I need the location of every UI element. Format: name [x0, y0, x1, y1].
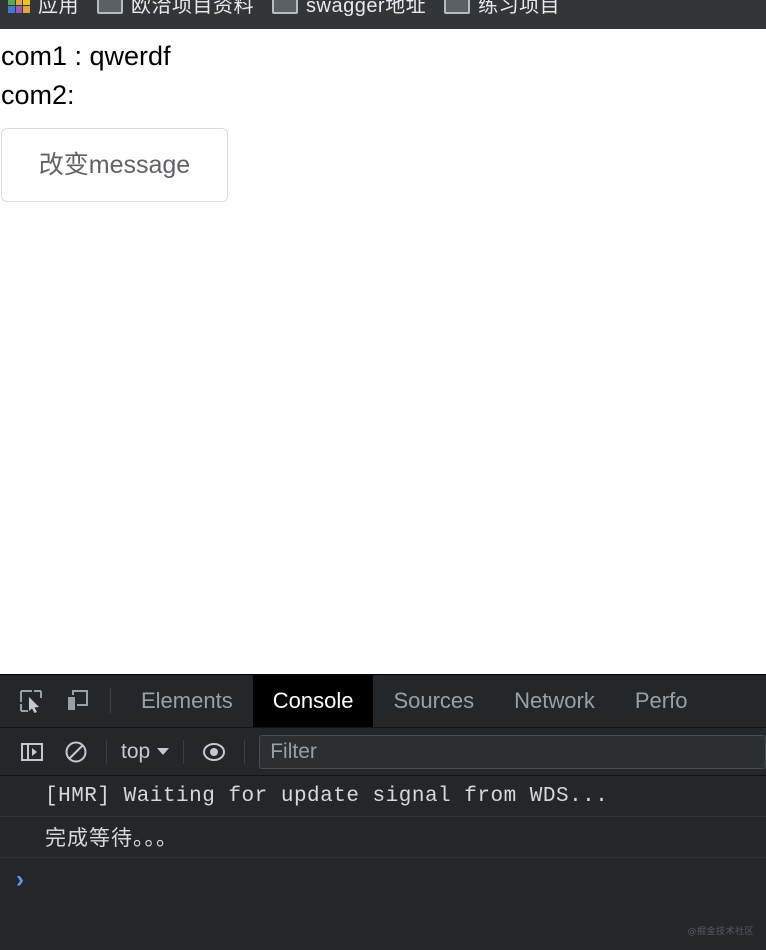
prompt-chevron-icon: › [16, 866, 24, 893]
console-message: 完成等待。。。 [0, 817, 766, 858]
apps-grid-icon [8, 0, 30, 13]
change-message-button[interactable]: 改变message [1, 128, 228, 203]
page-icon [272, 0, 298, 14]
bookmark-practice-project[interactable]: 练习项目 [436, 0, 570, 29]
com1-text: com1 : qwerdf [1, 41, 171, 71]
bookmark-label: 应用 [38, 0, 79, 17]
web-page-viewport: com1 : qwerdf com2: 改变message [0, 29, 766, 674]
bookmark-ouqia-project-docs[interactable]: 欧洽项目资料 [89, 0, 264, 29]
browser-bookmark-bar: 应用 欧洽项目资料 swagger地址 练习项目 [0, 0, 766, 29]
devtools-tabbar: Elements Console Sources Network Perfo [0, 675, 766, 728]
live-expression-eye-icon[interactable] [192, 730, 236, 774]
bookmark-label: swagger地址 [306, 0, 427, 17]
tab-sources[interactable]: Sources [373, 675, 494, 727]
console-toolbar: top [0, 728, 766, 776]
com2-text: com2: [1, 80, 75, 111]
toolbar-divider [110, 688, 111, 714]
page-icon [97, 0, 123, 14]
execution-context-label: top [121, 739, 151, 763]
watermark: @掘金技术社区 [687, 927, 754, 937]
toolbar-divider [244, 739, 246, 764]
bookmark-label: 练习项目 [478, 0, 561, 17]
console-output: [HMR] Waiting for update signal from WDS… [0, 776, 766, 950]
page-icon [444, 0, 471, 14]
execution-context-selector[interactable]: top [115, 740, 175, 764]
filter-input[interactable] [259, 734, 766, 769]
console-sidebar-icon[interactable] [10, 730, 54, 774]
console-prompt-input[interactable] [34, 868, 766, 892]
tab-elements[interactable]: Elements [121, 675, 253, 727]
bookmark-swagger-address[interactable]: swagger地址 [264, 0, 436, 29]
devtools-panel: Elements Console Sources Network Perfo t… [0, 674, 766, 950]
chevron-down-icon [157, 748, 170, 755]
inspect-element-icon[interactable] [8, 675, 54, 727]
console-prompt-row[interactable]: › [0, 858, 766, 902]
bookmark-apps[interactable]: 应用 [0, 0, 89, 29]
bookmark-label: 欧洽项目资料 [131, 0, 254, 17]
tab-console[interactable]: Console [252, 675, 374, 727]
tab-network[interactable]: Network [494, 675, 615, 727]
toolbar-divider [183, 739, 185, 764]
tab-performance[interactable]: Perfo [615, 675, 708, 727]
console-message: [HMR] Waiting for update signal from WDS… [0, 776, 766, 817]
toolbar-divider [106, 739, 107, 764]
clear-console-icon[interactable] [54, 730, 98, 774]
device-toolbar-icon[interactable] [54, 675, 100, 727]
